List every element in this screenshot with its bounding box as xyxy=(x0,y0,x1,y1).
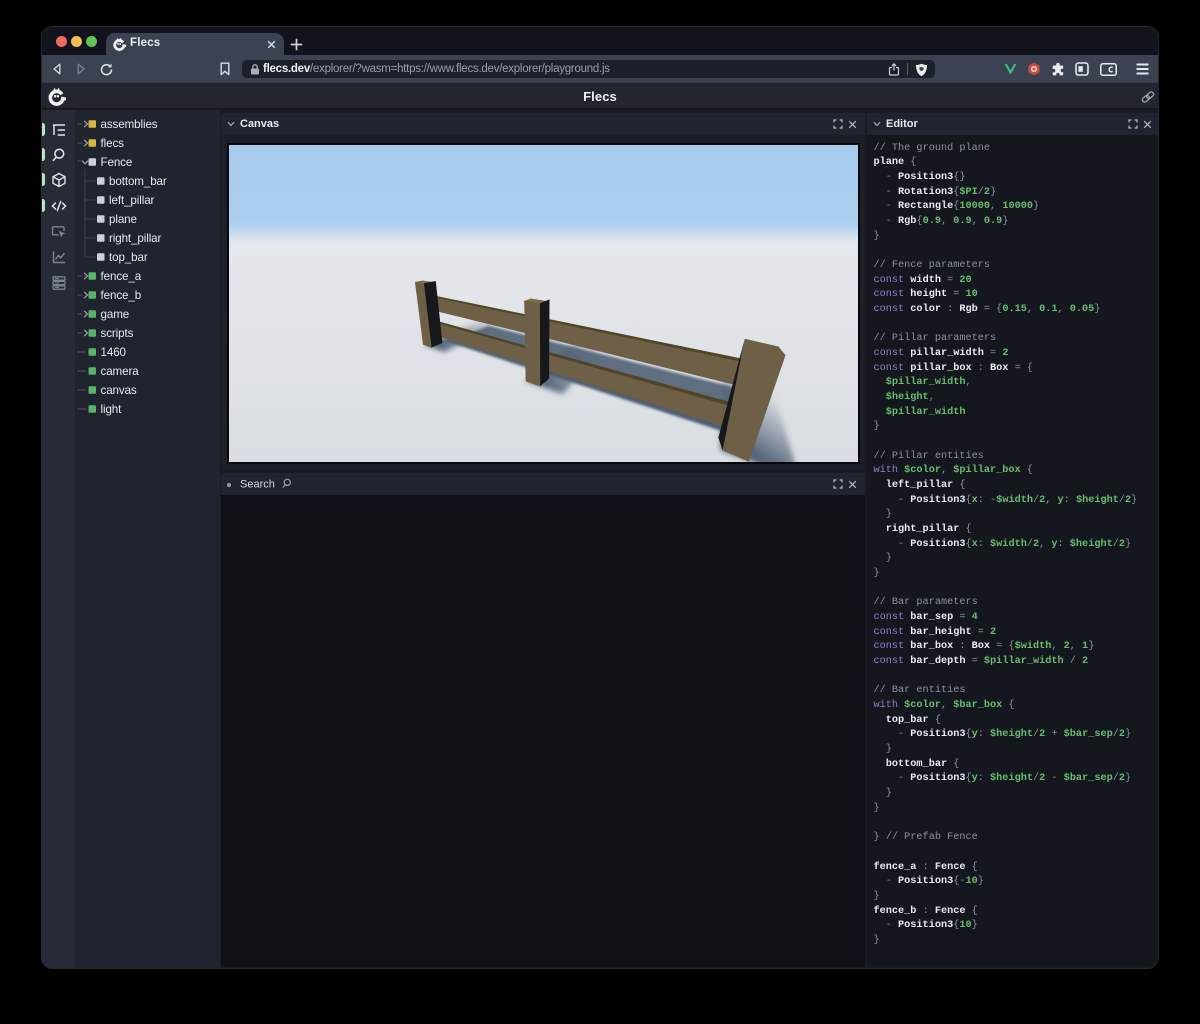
svg-text:plane: plane xyxy=(109,213,137,226)
svg-text:flecs: flecs xyxy=(101,137,125,150)
svg-text:bottom_bar: bottom_bar xyxy=(109,175,167,188)
svg-text:assemblies: assemblies xyxy=(101,118,158,131)
svg-text:1460: 1460 xyxy=(101,346,126,359)
svg-text:Fence: Fence xyxy=(101,156,133,169)
svg-text:right_pillar: right_pillar xyxy=(109,232,162,245)
svg-text:top_bar: top_bar xyxy=(109,251,148,264)
svg-text:canvas: canvas xyxy=(101,384,137,397)
svg-text:scripts: scripts xyxy=(101,327,134,340)
svg-text:fence_b: fence_b xyxy=(101,289,142,302)
svg-text:light: light xyxy=(101,403,123,416)
svg-text:fence_a: fence_a xyxy=(101,270,142,283)
svg-text:left_pillar: left_pillar xyxy=(109,194,155,207)
svg-text:camera: camera xyxy=(101,365,140,378)
svg-text:game: game xyxy=(101,308,130,321)
